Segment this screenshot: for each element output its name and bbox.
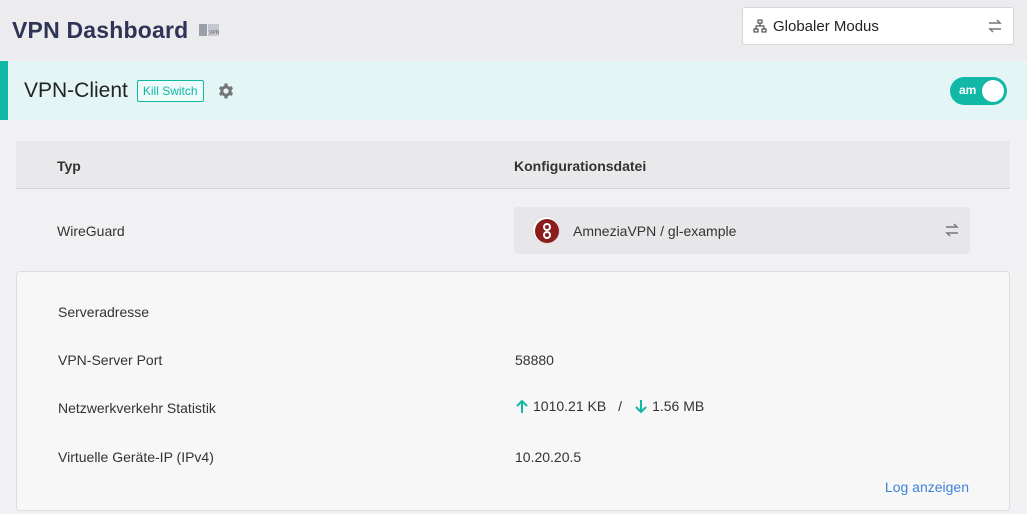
column-config-file: Konfigurationsdatei (514, 158, 647, 174)
network-icon (753, 19, 767, 33)
virtual-ip-value: 10.20.20.5 (515, 449, 582, 465)
server-address-label: Serveradresse (58, 304, 150, 320)
vpn-book-icon: VPN (198, 21, 220, 39)
table-header: Typ Konfigurationsdatei (16, 141, 1010, 189)
download-arrow-icon (635, 399, 647, 413)
swap-icon[interactable] (987, 18, 1003, 34)
vpn-type: WireGuard (57, 223, 125, 239)
show-log-link[interactable]: Log anzeigen (885, 479, 969, 495)
traffic-statistics-label: Netzwerkverkehr Statistik (58, 400, 216, 416)
traffic-separator: / (618, 398, 623, 414)
connection-details-card: Serveradresse VPN-Server Port 58880 Netz… (16, 271, 1010, 511)
toggle-label: am (959, 83, 977, 97)
mode-select[interactable]: Globaler Modus (742, 7, 1014, 45)
upload-value: 1010.21 KB (533, 398, 607, 414)
gear-icon[interactable] (217, 82, 235, 100)
upload-arrow-icon (516, 399, 528, 413)
vpn-client-bar: VPN-Client Kill Switch am (0, 61, 1027, 120)
page-title: VPN Dashboard (12, 16, 189, 43)
vpn-toggle[interactable]: am (950, 77, 1007, 105)
toggle-knob (982, 80, 1004, 102)
app-header: VPN Dashboard VPN Globaler Modus (0, 0, 1027, 60)
vpn-client-title: VPN-Client (24, 78, 128, 102)
download-value: 1.56 MB (652, 398, 705, 414)
config-file-name: AmneziaVPN / gl-example (573, 223, 737, 239)
kill-switch-badge[interactable]: Kill Switch (136, 79, 204, 102)
traffic-statistics-value: 1010.21 KB / 1.56 MB (515, 398, 704, 414)
table-row: WireGuard AmneziaVPN / gl-example (16, 190, 1010, 270)
column-type: Typ (57, 158, 81, 174)
swap-icon[interactable] (944, 222, 960, 238)
vpn-server-port-value: 58880 (515, 352, 554, 368)
virtual-ip-label: Virtuelle Geräte-IP (IPv4) (58, 449, 214, 465)
amnezia-logo-icon (532, 216, 560, 244)
svg-text:VPN: VPN (209, 30, 220, 36)
mode-select-value: Globaler Modus (773, 17, 879, 35)
vpn-server-port-label: VPN-Server Port (58, 352, 163, 368)
config-file-selector[interactable]: AmneziaVPN / gl-example (514, 207, 970, 254)
